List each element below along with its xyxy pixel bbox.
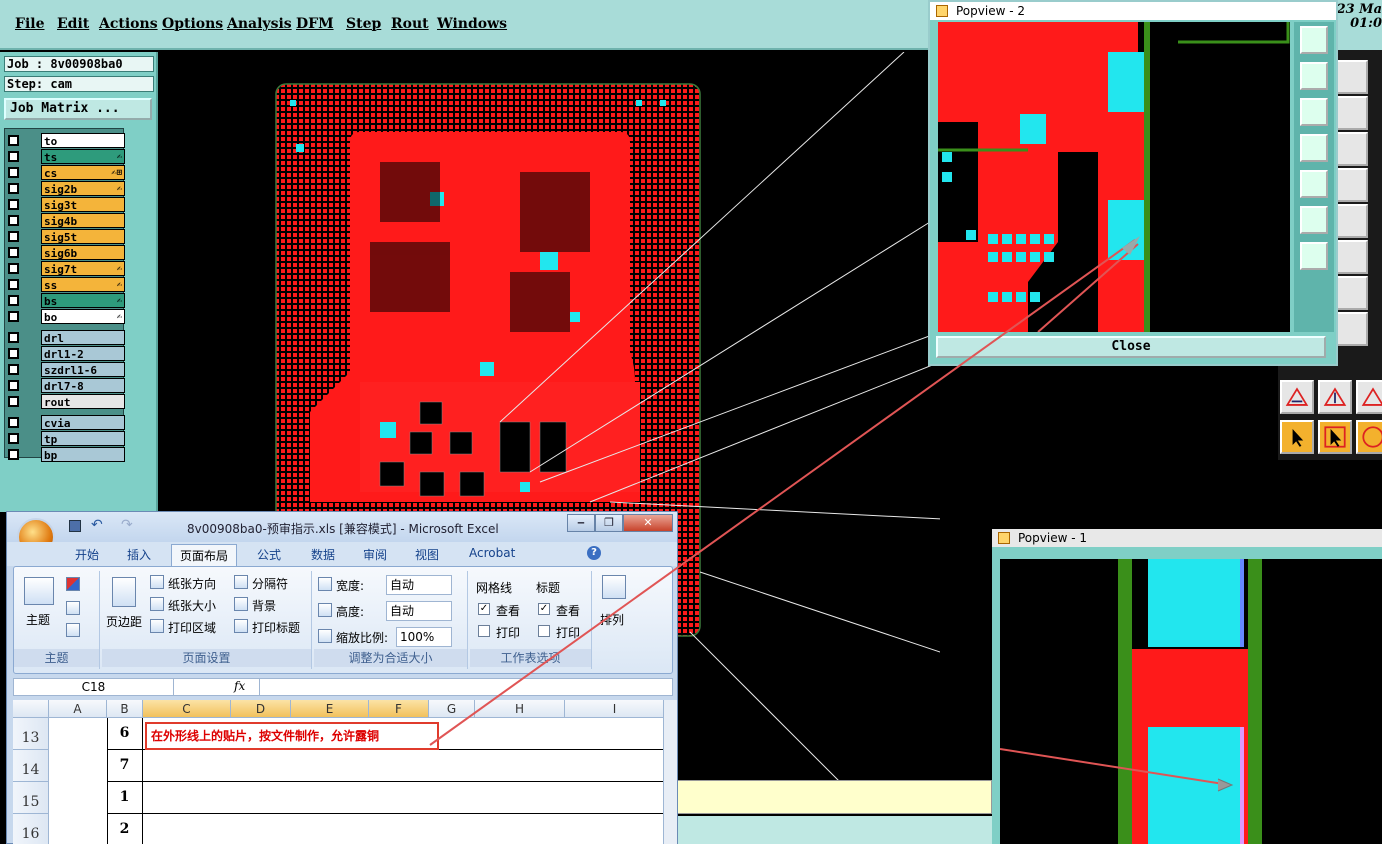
cam-desktop: File Edit Actions Options Analysis DFM S…: [0, 0, 1382, 844]
annotation-arrows: [429, 236, 1140, 746]
arrow-to-popview-2: [429, 239, 1136, 746]
arrow-head-icon: [1122, 236, 1140, 255]
